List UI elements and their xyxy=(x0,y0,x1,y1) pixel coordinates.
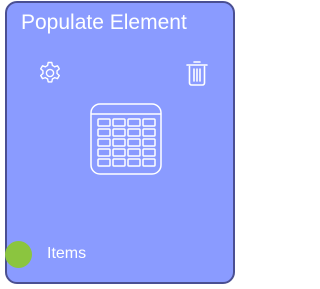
node-title: Populate Element xyxy=(21,11,187,34)
table-icon xyxy=(90,103,162,175)
gear-icon[interactable] xyxy=(36,59,64,87)
items-output-port[interactable] xyxy=(5,241,32,268)
trash-icon[interactable] xyxy=(183,58,211,88)
items-port-label: Items xyxy=(47,245,87,262)
